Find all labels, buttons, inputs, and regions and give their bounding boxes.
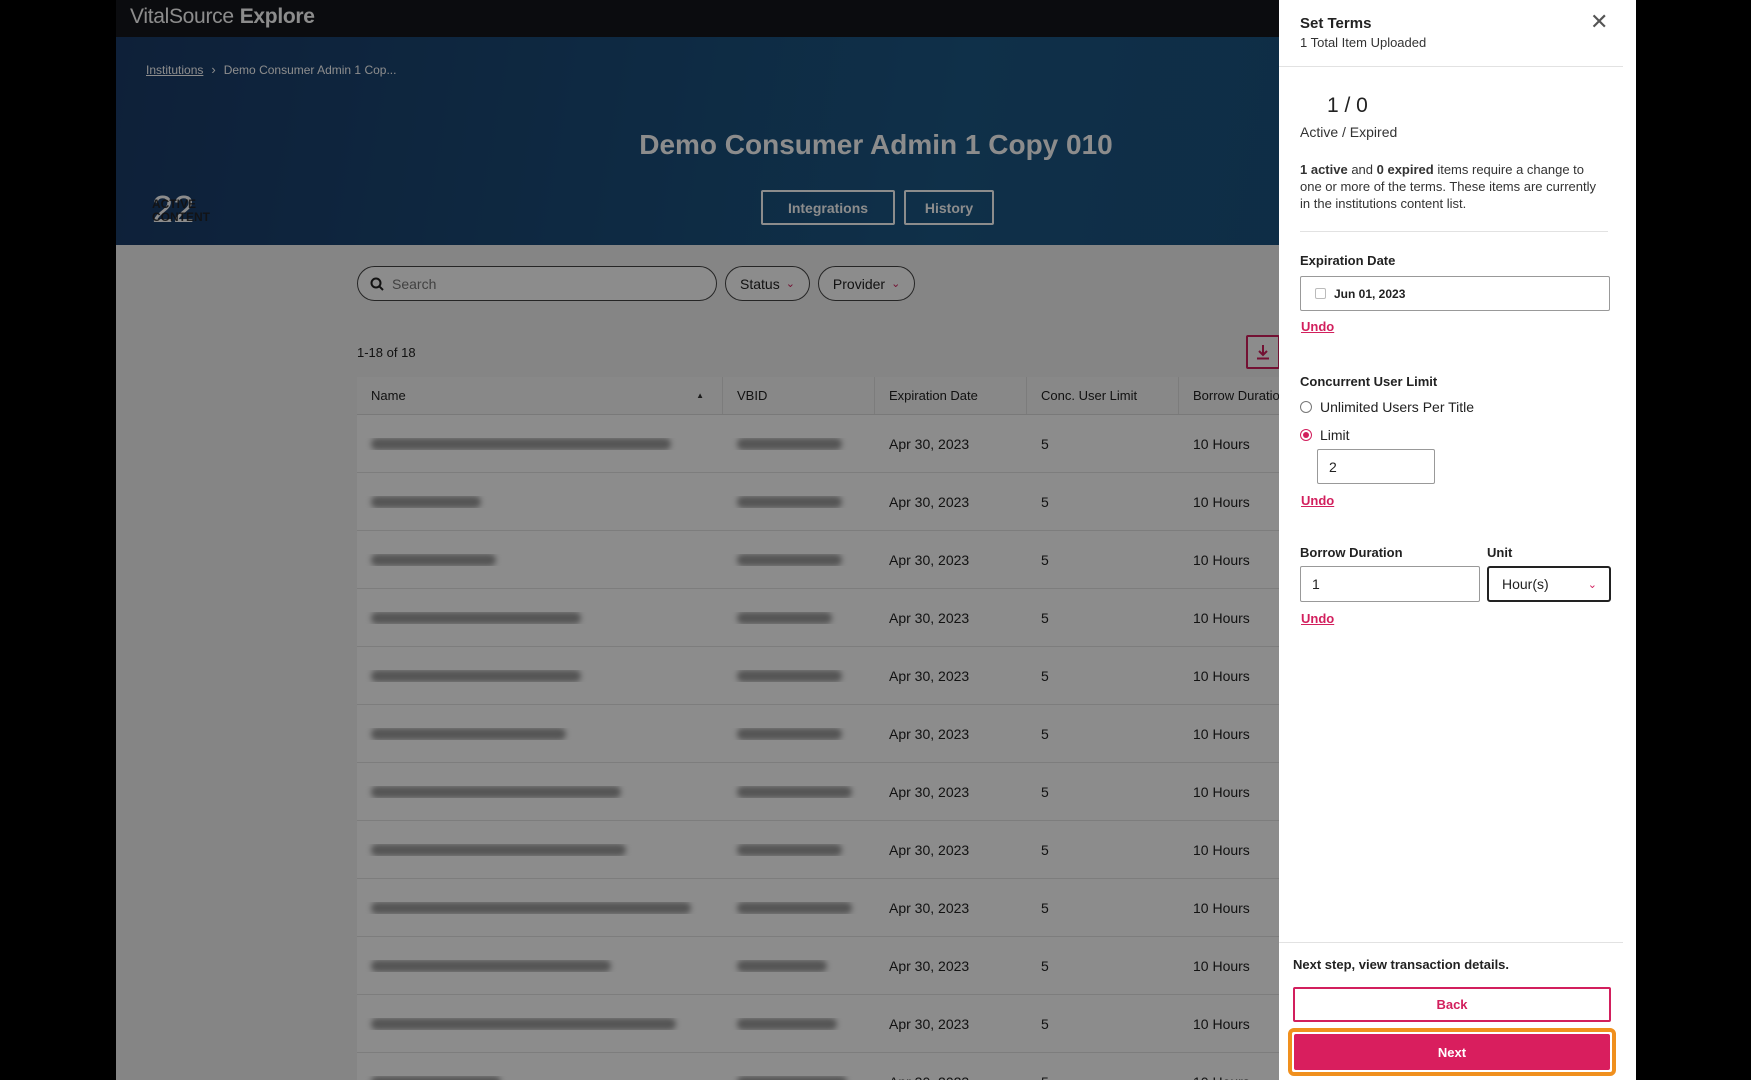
back-button[interactable]: Back bbox=[1293, 987, 1611, 1022]
expired-count-text: 0 expired bbox=[1376, 162, 1434, 177]
limit-label: Limit bbox=[1320, 427, 1350, 443]
active-expired-label: Active / Expired bbox=[1300, 124, 1398, 140]
undo-expiration-link[interactable]: Undo bbox=[1301, 319, 1334, 334]
divider bbox=[1300, 231, 1608, 232]
calendar-icon bbox=[1315, 288, 1326, 299]
unlimited-users-radio[interactable]: Unlimited Users Per Title bbox=[1300, 399, 1474, 415]
expiration-date-label: Expiration Date bbox=[1300, 253, 1396, 268]
undo-limit-link[interactable]: Undo bbox=[1301, 493, 1334, 508]
active-count-text: 1 active bbox=[1300, 162, 1348, 177]
borrow-duration-input[interactable]: 1 bbox=[1300, 566, 1480, 602]
radio-unchecked-icon bbox=[1300, 401, 1312, 413]
divider bbox=[1279, 942, 1623, 943]
panel-title: Set Terms bbox=[1300, 15, 1372, 32]
radio-checked-icon bbox=[1300, 429, 1312, 441]
borrow-duration-label: Borrow Duration bbox=[1300, 545, 1403, 560]
unit-label: Unit bbox=[1487, 545, 1513, 560]
panel-scrollbar-track bbox=[1623, 0, 1636, 1080]
concurrent-user-limit-label: Concurrent User Limit bbox=[1300, 374, 1438, 389]
next-button[interactable]: Next bbox=[1294, 1034, 1610, 1070]
close-icon[interactable]: ✕ bbox=[1590, 11, 1608, 33]
undo-borrow-link[interactable]: Undo bbox=[1301, 611, 1334, 626]
active-expired-ratio: 1 / 0 bbox=[1327, 94, 1368, 117]
divider bbox=[1279, 66, 1623, 67]
limit-radio[interactable]: Limit bbox=[1300, 427, 1350, 443]
items-description: 1 active and 0 expired items require a c… bbox=[1300, 161, 1600, 212]
limit-input[interactable]: 2 bbox=[1317, 449, 1435, 484]
unlimited-users-label: Unlimited Users Per Title bbox=[1320, 399, 1475, 415]
screen: VitalSource Explore Institutions › Demo C… bbox=[0, 0, 1751, 1080]
next-step-text: Next step, view transaction details. bbox=[1293, 957, 1510, 972]
expiration-date-field[interactable]: Jun 01, 2023 bbox=[1300, 276, 1610, 311]
unit-select[interactable]: Hour(s) ⌄ bbox=[1487, 566, 1611, 602]
expiration-date-value: Jun 01, 2023 bbox=[1334, 286, 1406, 301]
chevron-down-icon: ⌄ bbox=[1587, 578, 1597, 591]
description-and-text: and bbox=[1347, 162, 1377, 177]
panel-subtitle: 1 Total Item Uploaded bbox=[1300, 35, 1427, 50]
set-terms-panel: Set Terms 1 Total Item Uploaded ✕ 1 / 0 … bbox=[1279, 0, 1623, 1080]
unit-select-value: Hour(s) bbox=[1502, 576, 1549, 592]
